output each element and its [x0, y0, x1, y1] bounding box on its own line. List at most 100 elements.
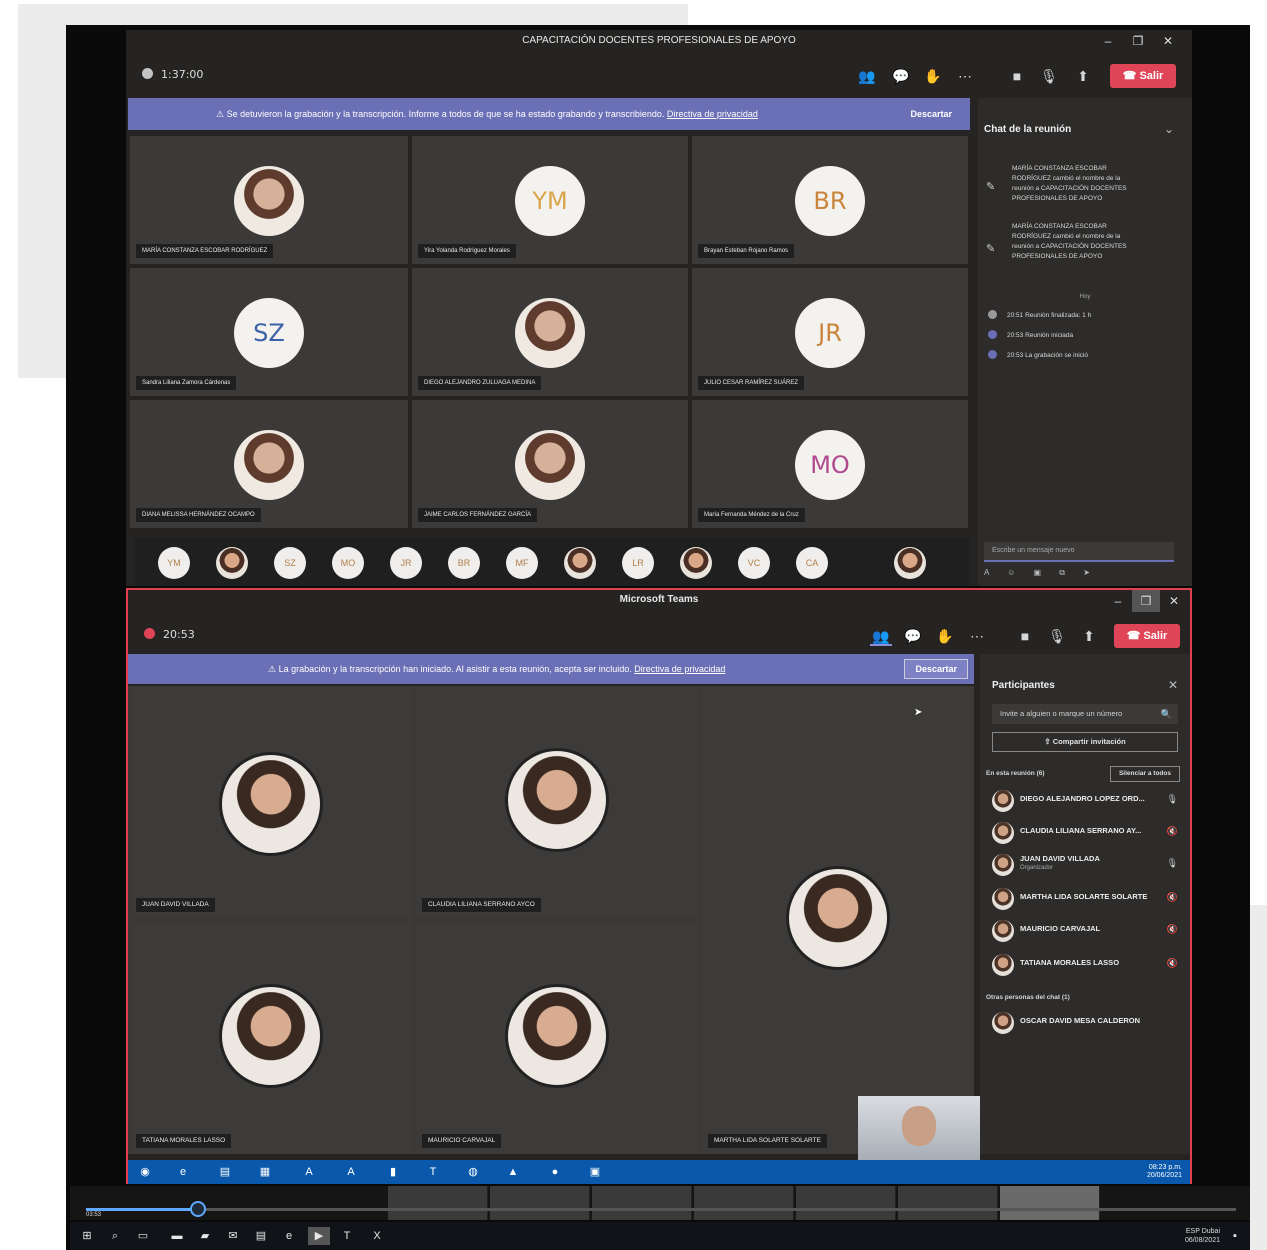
restore-icon[interactable]: ❐ [1124, 30, 1152, 52]
share-screen-icon[interactable]: ⬆ [1072, 66, 1094, 86]
strip-avatar[interactable] [680, 547, 712, 579]
strip-avatar[interactable]: BR [448, 547, 480, 579]
strip-avatar[interactable]: LR [622, 547, 654, 579]
edge-icon[interactable]: e [278, 1227, 300, 1245]
strip-avatar[interactable]: MO [332, 547, 364, 579]
restore-icon[interactable]: ❐ [1132, 590, 1160, 612]
invite-input[interactable]: Invite a alguien o marque un número 🔍 [992, 704, 1178, 724]
search-icon[interactable]: ⌕ [104, 1227, 126, 1245]
adobe-reader-icon[interactable]: A [294, 1162, 324, 1182]
chat-icon[interactable]: 💬 [902, 626, 924, 646]
windows-start-icon[interactable]: ⊞ [76, 1227, 98, 1245]
participants-icon[interactable]: 👥 [870, 626, 892, 646]
seek-bar[interactable] [86, 1208, 1236, 1211]
adobe-acrobat-icon[interactable]: A [336, 1162, 366, 1182]
chat-event: 20:53 La grabación se inició [988, 350, 1088, 359]
privacy-link[interactable]: Directiva de privacidad [667, 109, 758, 119]
pdf-icon[interactable]: ▲ [498, 1162, 528, 1182]
microphone-icon[interactable]: 🎙 [1046, 626, 1068, 646]
strip-avatar[interactable]: YM [158, 547, 190, 579]
internet-explorer-icon[interactable]: e [168, 1162, 198, 1182]
participant-tile[interactable]: JAIME CARLOS FERNÁNDEZ GARCÍA [412, 400, 688, 528]
minimize-icon[interactable]: – [1104, 590, 1132, 612]
share-invite-button[interactable]: ⇪ Compartir invitación [992, 732, 1178, 752]
reactions-icon[interactable]: ✋ [922, 66, 944, 86]
participant-tile[interactable]: YM Yira Yolanda Rodríguez Morales [412, 136, 688, 264]
participant-tile[interactable]: MAURICIO CARVAJAL [416, 922, 698, 1154]
chevron-down-icon[interactable]: ⌄ [1164, 122, 1174, 136]
self-video-preview[interactable] [858, 1096, 980, 1160]
folder-icon[interactable]: ▦ [250, 1162, 280, 1182]
app-icon[interactable]: ▬ [166, 1227, 188, 1245]
chrome-icon[interactable]: ◍ [458, 1162, 488, 1182]
system-tray[interactable]: 08:23 p.m. 20/06/2021 [1147, 1164, 1182, 1180]
microphone-icon[interactable]: 🎙 [1038, 66, 1060, 86]
participant-row[interactable]: MAURICIO CARVAJAL 🔇 [992, 918, 1182, 946]
participant-tile[interactable]: MARTHA LIDA SOLARTE SOLARTE [702, 686, 974, 1154]
strip-avatar[interactable] [216, 547, 248, 579]
dismiss-button[interactable]: Descartar [910, 98, 952, 130]
participant-row[interactable]: MARTHA LIDA SOLARTE SOLARTE 🔇 [992, 886, 1182, 914]
participant-tile[interactable]: JUAN DAVID VILLADA [130, 686, 412, 918]
teams-icon[interactable]: T [336, 1227, 358, 1245]
chat-icon[interactable]: 💬 [890, 66, 912, 86]
camera-icon[interactable]: ■ [1006, 66, 1028, 86]
app-icon[interactable]: ▰ [194, 1227, 216, 1245]
participant-tile[interactable]: TATIANA MORALES LASSO [130, 922, 412, 1154]
close-icon[interactable]: ✕ [1154, 30, 1182, 52]
strip-avatar[interactable]: MF [506, 547, 538, 579]
mail-icon[interactable]: ✉ [222, 1227, 244, 1245]
dismiss-button[interactable]: Descartar [904, 659, 968, 679]
format-toolbar[interactable]: A ☺ ▣ ⧉ ➤ [984, 568, 1174, 578]
participant-row[interactable]: DIEGO ALEJANDRO LOPEZ ORD... 🎙 [992, 788, 1182, 816]
notifications-icon[interactable]: ▪ [1224, 1227, 1246, 1245]
chat-input[interactable]: Escribe un mensaje nuevo [984, 542, 1174, 562]
participant-tile[interactable]: JR JULIO CESAR RAMÍREZ SUÁREZ [692, 268, 968, 396]
strip-avatar[interactable]: CA [796, 547, 828, 579]
privacy-link[interactable]: Directiva de privacidad [634, 664, 725, 674]
strip-avatar[interactable] [564, 547, 596, 579]
camera-icon[interactable]: ■ [1014, 626, 1036, 646]
participants-icon[interactable]: 👥 [856, 66, 878, 86]
in-meeting-section-label[interactable]: En esta reunión (6) [986, 770, 1045, 777]
participant-name: MAURICIO CARVAJAL [422, 1134, 502, 1148]
minimize-icon[interactable]: – [1094, 30, 1122, 52]
participant-tile[interactable]: MARÍA CONSTANZA ESCOBAR RODRÍGUEZ [130, 136, 408, 264]
participant-row[interactable]: TATIANA MORALES LASSO 🔇 [992, 952, 1182, 980]
excel-icon[interactable]: X [366, 1227, 388, 1245]
close-icon[interactable]: ✕ [1160, 590, 1188, 612]
participant-row[interactable]: OSCAR DAVID MESA CALDERON [992, 1010, 1182, 1038]
share-screen-icon[interactable]: ⬆ [1078, 626, 1100, 646]
close-icon[interactable]: ✕ [1168, 678, 1178, 692]
app-icon[interactable]: ● [540, 1162, 570, 1182]
participant-tile[interactable]: DIANA MELISSA HERNÁNDEZ OCAMPO [130, 400, 408, 528]
others-section-label[interactable]: Otras personas del chat (1) [986, 994, 1070, 1001]
window-icon[interactable]: ▣ [580, 1162, 610, 1182]
participant-tile[interactable]: SZ Sandra Liliana Zamora Cárdenas [130, 268, 408, 396]
leave-button[interactable]: ☎ Salir [1110, 64, 1176, 88]
more-options-icon[interactable]: ⋯ [954, 66, 976, 86]
more-options-icon[interactable]: ⋯ [966, 626, 988, 646]
participant-tile[interactable]: BR Brayan Esteban Rojano Ramos [692, 136, 968, 264]
strip-avatar[interactable]: JR [390, 547, 422, 579]
mute-all-button[interactable]: Silenciar a todos [1109, 766, 1180, 782]
participant-tile[interactable]: CLAUDIA LILIANA SERRANO AYCO [416, 686, 698, 918]
participant-row[interactable]: CLAUDIA LILIANA SERRANO AY... 🔇 [992, 820, 1182, 848]
reactions-icon[interactable]: ✋ [934, 626, 956, 646]
file-icon[interactable]: ▤ [210, 1162, 240, 1182]
leave-button[interactable]: ☎ Salir [1114, 624, 1180, 648]
participant-tile[interactable]: DIEGO ALEJANDRO ZULUAGA MEDINA [412, 268, 688, 396]
teams-icon[interactable]: T [418, 1162, 448, 1182]
system-tray[interactable]: ESP Dubai 06/08/2021 [1185, 1227, 1220, 1245]
participant-tile[interactable]: MO María Fernanda Méndez de la Cruz [692, 400, 968, 528]
store-icon[interactable]: ▤ [250, 1227, 272, 1245]
participant-row[interactable]: JUAN DAVID VILLADA Organizador 🎙 [992, 852, 1182, 880]
media-icon[interactable]: ▮ [378, 1162, 408, 1182]
media-player-icon[interactable]: ▶ [308, 1227, 330, 1245]
strip-avatar[interactable]: SZ [274, 547, 306, 579]
task-view-icon[interactable]: ▭ [132, 1227, 154, 1245]
strip-avatar[interactable] [894, 547, 926, 579]
strip-avatar[interactable]: VC [738, 547, 770, 579]
seek-handle[interactable] [190, 1201, 206, 1217]
start-orb-icon[interactable]: ◉ [130, 1162, 160, 1182]
